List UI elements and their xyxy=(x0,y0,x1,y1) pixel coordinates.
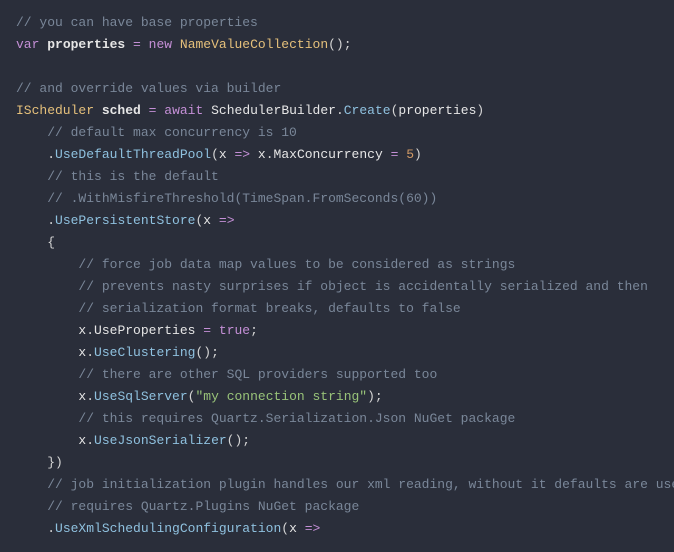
comment: // default max concurrency is 10 xyxy=(47,125,297,140)
comment: // this is the default xyxy=(47,169,219,184)
comment: // and override values via builder xyxy=(16,81,281,96)
literal-true: true xyxy=(219,323,250,338)
type-ischeduler: IScheduler xyxy=(16,103,94,118)
comment: // prevents nasty surprises if object is… xyxy=(78,279,648,294)
comment: // requires Quartz.Plugins NuGet package xyxy=(47,499,359,514)
keyword-new: new xyxy=(149,37,172,52)
prop-maxconcurrency: MaxConcurrency xyxy=(274,147,383,162)
method-useclustering: UseClustering xyxy=(94,345,195,360)
comment: // force job data map values to be consi… xyxy=(78,257,515,272)
method-usesqlserver: UseSqlServer xyxy=(94,389,188,404)
method-usexmlschedulingconfiguration: UseXmlSchedulingConfiguration xyxy=(55,521,281,536)
method-create: Create xyxy=(344,103,391,118)
comment: // you can have base properties xyxy=(16,15,258,30)
keyword-await: await xyxy=(164,103,203,118)
method-usedefaultthreadpool: UseDefaultThreadPool xyxy=(55,147,211,162)
code-block: // you can have base properties var prop… xyxy=(0,0,674,552)
comment: // there are other SQL providers support… xyxy=(78,367,437,382)
ident-schedulerbuilder: SchedulerBuilder xyxy=(211,103,336,118)
ident-properties: properties xyxy=(47,37,125,52)
method-usepersistentstore: UsePersistentStore xyxy=(55,213,195,228)
comment: // .WithMisfireThreshold(TimeSpan.FromSe… xyxy=(47,191,437,206)
ident-sched: sched xyxy=(102,103,141,118)
literal-five: 5 xyxy=(406,147,414,162)
keyword-var: var xyxy=(16,37,39,52)
string-conn: "my connection string" xyxy=(195,389,367,404)
comment: // serialization format breaks, defaults… xyxy=(78,301,460,316)
prop-useproperties: UseProperties xyxy=(94,323,195,338)
type-namevaluecollection: NameValueCollection xyxy=(180,37,328,52)
comment: // this requires Quartz.Serialization.Js… xyxy=(78,411,515,426)
method-usejsonserializer: UseJsonSerializer xyxy=(94,433,227,448)
comment: // job initialization plugin handles our… xyxy=(47,477,674,492)
